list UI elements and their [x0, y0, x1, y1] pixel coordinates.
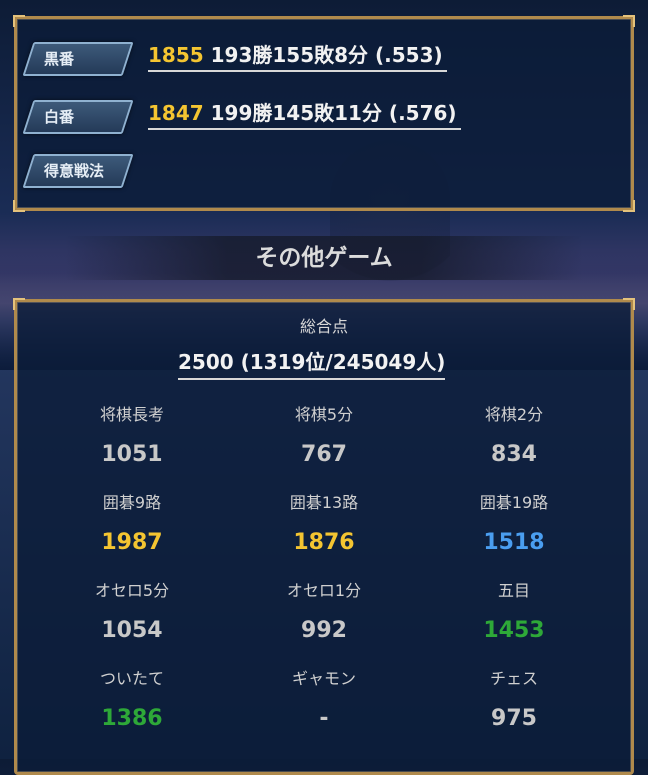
game-score: 1386: [101, 706, 163, 731]
game-cell: 将棋長考 1051: [42, 402, 222, 472]
game-name: 将棋長考: [99, 405, 164, 424]
white-turn-rate: 1847: [148, 101, 204, 125]
game-cell: チェス 975: [424, 666, 604, 736]
game-name: ギャモン: [291, 669, 356, 688]
black-turn-label: 黒番: [44, 50, 75, 68]
game-cell: 将棋5分 767: [234, 402, 414, 472]
game-name: ついたて: [99, 669, 164, 688]
strategy-badge: 得意戦法: [22, 154, 134, 188]
game-cell: 囲碁9路 1987: [42, 490, 222, 560]
white-turn-detail: 199勝145敗11分 (.576): [210, 101, 457, 125]
game-score: 1876: [293, 530, 355, 555]
game-score: 767: [301, 442, 347, 467]
game-cell: ついたて 1386: [42, 666, 222, 736]
game-name: 将棋2分: [484, 405, 544, 424]
game-cell: 将棋2分 834: [424, 402, 604, 472]
total-score-value: 2500 (1319位/245049人): [178, 346, 446, 380]
game-cell: 囲碁13路 1876: [234, 490, 414, 560]
black-turn-record: 1855 193勝155敗8分 (.553): [148, 40, 447, 72]
game-name: 将棋5分: [294, 405, 354, 424]
black-turn-detail: 193勝155敗8分 (.553): [210, 43, 443, 67]
game-name: 囲碁19路: [479, 493, 549, 512]
game-name: 囲碁9路: [102, 493, 162, 512]
white-turn-badge: 白番: [22, 100, 134, 134]
game-score: 1051: [101, 442, 163, 467]
game-score: 992: [301, 618, 347, 643]
white-turn-label: 白番: [44, 108, 75, 126]
game-score: 1987: [101, 530, 163, 555]
game-cell: オセロ1分 992: [234, 578, 414, 648]
game-name: 囲碁13路: [289, 493, 359, 512]
game-score: -: [319, 706, 329, 731]
black-turn-rate: 1855: [148, 43, 204, 67]
game-cell: オセロ5分 1054: [42, 578, 222, 648]
game-score: 1518: [483, 530, 545, 555]
game-cell: ギャモン -: [234, 666, 414, 736]
game-name: 五目: [497, 581, 530, 600]
game-cell: 五目 1453: [424, 578, 604, 648]
game-score: 834: [491, 442, 537, 467]
game-score: 1453: [483, 618, 545, 643]
strategy-label: 得意戦法: [44, 162, 105, 180]
white-turn-record: 1847 199勝145敗11分 (.576): [148, 98, 461, 130]
game-name: オセロ5分: [94, 581, 170, 600]
game-score: 975: [491, 706, 537, 731]
game-name: オセロ1分: [286, 581, 362, 600]
game-score: 1054: [101, 618, 163, 643]
game-name: チェス: [489, 669, 538, 688]
total-score-label: 総合点: [299, 317, 348, 336]
other-games-title: その他ゲーム: [0, 236, 648, 280]
black-turn-badge: 黒番: [22, 42, 134, 76]
game-cell: 囲碁19路 1518: [424, 490, 604, 560]
